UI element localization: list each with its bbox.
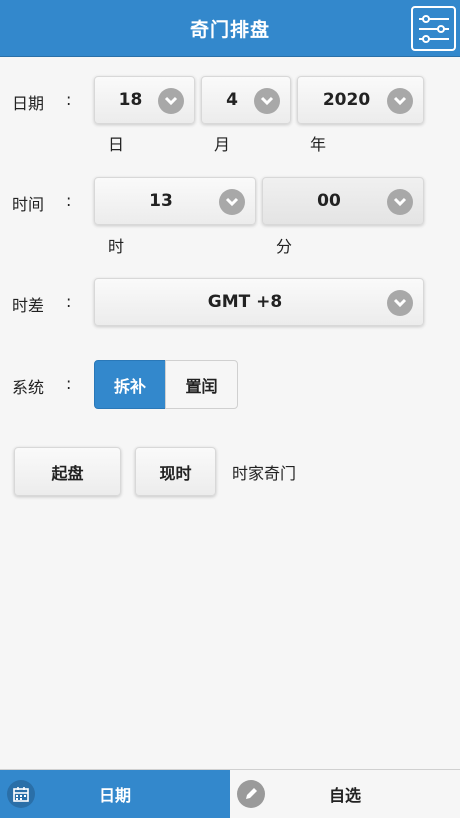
chevron-down-icon <box>387 189 413 215</box>
system-option-chaibu[interactable]: 拆补 <box>94 360 166 409</box>
chevron-down-icon <box>387 88 413 114</box>
system-label: 系统 <box>12 378 45 397</box>
month-value: 4 <box>226 90 238 110</box>
year-unit: 年 <box>310 135 327 154</box>
chevron-down-icon <box>158 88 184 114</box>
timezone-select[interactable]: GMT +8 <box>94 278 424 326</box>
sliders-icon <box>418 14 449 43</box>
minute-select[interactable]: 00 <box>262 177 424 225</box>
time-colon: : <box>66 191 72 210</box>
settings-menu-button[interactable] <box>411 6 456 51</box>
time-label: 时间 <box>12 195 45 214</box>
timezone-colon: : <box>66 292 72 311</box>
tab-date[interactable]: 日期 <box>0 770 230 818</box>
month-select[interactable]: 4 <box>201 76 291 124</box>
month-unit: 月 <box>214 135 231 154</box>
start-chart-button[interactable]: 起盘 <box>14 447 121 496</box>
day-value: 18 <box>118 90 143 110</box>
year-select[interactable]: 2020 <box>297 76 424 124</box>
hour-value: 13 <box>149 191 173 211</box>
chevron-down-icon <box>387 290 413 316</box>
day-select[interactable]: 18 <box>94 76 195 124</box>
system-option-zhirun[interactable]: 置闰 <box>165 360 238 409</box>
date-label: 日期 <box>12 94 45 113</box>
tab-date-label: 日期 <box>98 786 131 805</box>
timezone-label: 时差 <box>12 296 45 315</box>
calendar-icon <box>7 780 35 808</box>
minute-value: 00 <box>317 191 341 211</box>
chevron-down-icon <box>254 88 280 114</box>
year-value: 2020 <box>322 90 371 110</box>
bottom-tab-bar: 日期 自选 <box>0 769 460 818</box>
system-colon: : <box>66 374 72 393</box>
minute-unit: 分 <box>276 237 293 256</box>
tab-custom[interactable]: 自选 <box>230 770 460 818</box>
pencil-icon <box>237 780 265 808</box>
timezone-value: GMT +8 <box>207 292 283 312</box>
current-time-button[interactable]: 现时 <box>135 447 216 496</box>
mode-text: 时家奇门 <box>232 464 297 483</box>
header-bar: 奇门排盘 <box>0 0 460 57</box>
page-title: 奇门排盘 <box>189 18 270 41</box>
hour-unit: 时 <box>108 237 125 256</box>
chevron-down-icon <box>219 189 245 215</box>
date-colon: : <box>66 90 72 109</box>
hour-select[interactable]: 13 <box>94 177 256 225</box>
day-unit: 日 <box>108 135 125 154</box>
tab-custom-label: 自选 <box>328 786 361 805</box>
